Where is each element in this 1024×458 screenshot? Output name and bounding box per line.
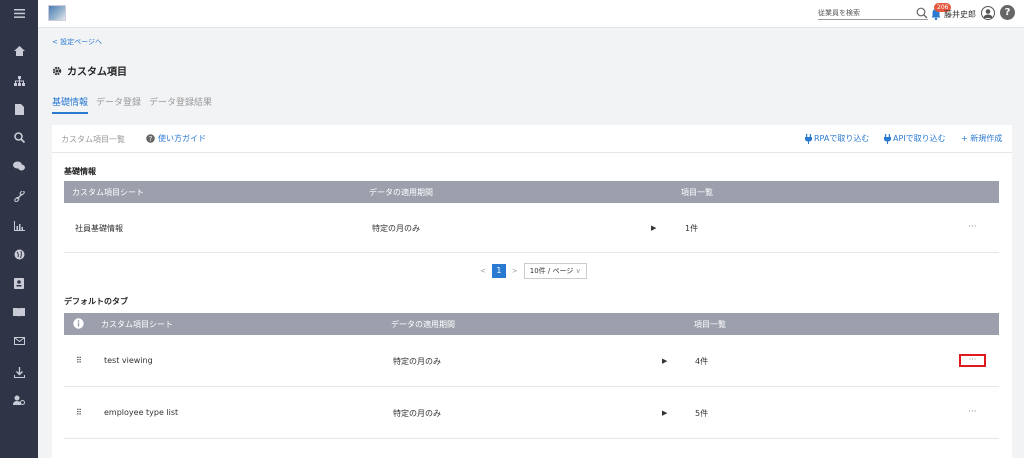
search-icon[interactable] [916, 7, 928, 19]
default-section-title: デフォルトのタブ [64, 297, 128, 306]
panel-header: カスタム項目一覧 ? 使い方ガイド RPAで取り込む APIで取り込む + 新規… [52, 125, 1012, 153]
mail-icon[interactable] [0, 332, 38, 350]
page-number-button[interactable]: 1 [491, 264, 506, 278]
question-circle-icon: ? [146, 134, 155, 143]
col-items: 項目一覧 [681, 188, 713, 197]
download-icon[interactable] [0, 363, 38, 381]
chevron-down-icon: ∨ [575, 267, 581, 275]
expand-caret-icon[interactable]: ▶ [662, 409, 667, 417]
row-sheet-name: employee type list [104, 408, 179, 417]
page-title: カスタム項目 [52, 63, 127, 78]
basic-section-title: 基礎情報 [64, 167, 96, 176]
row-sheet-name: 社員基礎情報 [75, 224, 123, 233]
custom-items-panel: カスタム項目一覧 ? 使い方ガイド RPAで取り込む APIで取り込む + 新規… [52, 125, 1012, 458]
user-settings-icon[interactable] [0, 391, 38, 409]
col-sheet: カスタム項目シート [101, 320, 173, 329]
basic-table-header: カスタム項目シート データの適用期間 項目一覧 [64, 181, 999, 203]
id-card-icon[interactable] [0, 274, 38, 292]
document-icon[interactable] [0, 100, 38, 118]
link-icon[interactable] [0, 187, 38, 205]
plug-icon [884, 133, 891, 144]
book-icon[interactable] [0, 303, 38, 321]
chat-icon[interactable] [0, 157, 38, 175]
search-placeholder: 従業員を検索 [818, 9, 860, 17]
row-sheet-name: test viewing [104, 356, 153, 365]
expand-caret-icon[interactable]: ▶ [651, 224, 656, 232]
user-name[interactable]: 藤井史郎 [944, 9, 976, 20]
row-more-button-highlighted[interactable]: ··· [959, 354, 986, 367]
topbar: 従業員を検索 206 藤井史郎 ? [38, 0, 1024, 28]
gear-icon [52, 66, 62, 75]
employee-search-input[interactable]: 従業員を検索 [818, 8, 928, 20]
api-import-button[interactable]: APIで取り込む [884, 133, 946, 144]
org-chart-icon[interactable] [0, 72, 38, 90]
row-period: 特定の月のみ [372, 224, 420, 233]
usage-guide-link[interactable]: ? 使い方ガイド [146, 133, 206, 144]
row-more-icon[interactable]: ··· [968, 222, 977, 232]
table-row[interactable]: 社員基礎情報 特定の月のみ ▶ 1件 ··· [64, 203, 999, 253]
col-sheet: カスタム項目シート [72, 188, 144, 197]
tab-data-registration[interactable]: データ登録 [96, 95, 141, 114]
row-item-count: 1件 [685, 224, 699, 233]
sidebar [0, 0, 38, 458]
company-logo[interactable] [48, 5, 66, 21]
prev-page-button[interactable]: < [480, 267, 486, 275]
drag-handle-icon[interactable]: ⠿ [76, 356, 82, 365]
rpa-import-label: RPAで取り込む [814, 134, 870, 143]
hamburger-icon[interactable] [0, 4, 38, 22]
col-items: 項目一覧 [694, 320, 726, 329]
search-icon[interactable] [0, 128, 38, 146]
default-table-header: カスタム項目シート データの適用期間 項目一覧 [64, 313, 999, 335]
tab-basic-info[interactable]: 基礎情報 [52, 95, 89, 114]
back-to-settings-link[interactable]: < 設定ページへ [52, 37, 102, 47]
tab-registration-results[interactable]: データ登録結果 [149, 95, 212, 114]
table-row[interactable]: ⠿ test viewing 特定の月のみ ▶ 4件 ··· [64, 335, 999, 387]
chart-icon[interactable] [0, 217, 38, 235]
row-period: 特定の月のみ [393, 409, 441, 418]
help-icon[interactable]: ? [1000, 5, 1015, 20]
panel-title: カスタム項目一覧 [61, 135, 125, 144]
row-more-icon[interactable]: ··· [968, 407, 977, 417]
row-period: 特定の月のみ [393, 357, 441, 366]
page-size-select[interactable]: 10件 / ページ ∨ [523, 263, 587, 279]
rpa-import-button[interactable]: RPAで取り込む [805, 133, 869, 144]
globe-icon[interactable] [0, 245, 38, 263]
usage-guide-label: 使い方ガイド [158, 134, 206, 143]
info-icon[interactable] [73, 318, 84, 329]
page-size-value: 10件 / ページ [529, 267, 574, 275]
row-item-count: 4件 [695, 357, 709, 366]
expand-caret-icon[interactable]: ▶ [662, 357, 667, 365]
col-period: データの適用期間 [391, 320, 455, 329]
tab-bar: 基礎情報 データ登録 データ登録結果 [52, 95, 212, 114]
page-title-text: カスタム項目 [67, 67, 127, 78]
col-period: データの適用期間 [369, 188, 433, 197]
drag-handle-icon[interactable]: ⠿ [76, 408, 82, 417]
plug-icon [805, 133, 812, 144]
svg-text:?: ? [149, 135, 153, 143]
avatar[interactable] [981, 6, 995, 20]
api-import-label: APIで取り込む [893, 134, 946, 143]
next-page-button[interactable]: > [512, 267, 518, 275]
pagination: < 1 > 10件 / ページ ∨ [480, 263, 587, 279]
row-item-count: 5件 [695, 409, 709, 418]
table-row[interactable]: ⠿ employee type list 特定の月のみ ▶ 5件 ··· [64, 387, 999, 439]
new-create-button[interactable]: + 新規作成 [961, 133, 1002, 144]
home-icon[interactable] [0, 42, 38, 60]
